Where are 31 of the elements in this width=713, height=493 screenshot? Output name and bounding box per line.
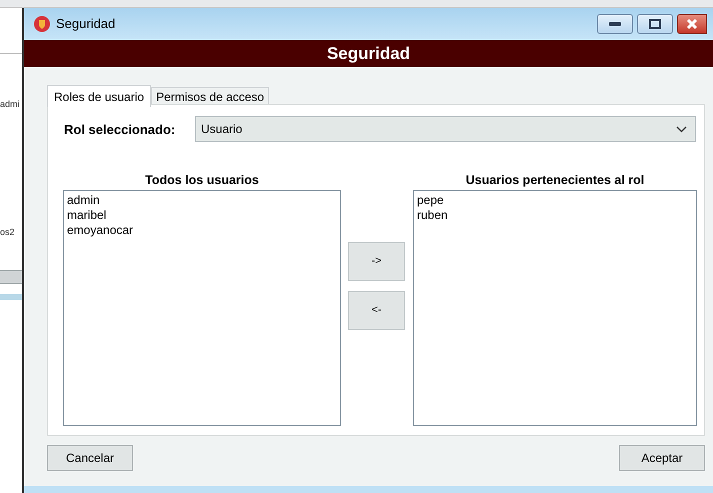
chevron-down-icon xyxy=(676,126,687,132)
transfer-button[interactable]: <- xyxy=(348,291,405,330)
background-text: os2 xyxy=(0,227,15,237)
accept-button[interactable]: Aceptar xyxy=(619,445,705,471)
window-title: Seguridad xyxy=(56,15,116,34)
background-scrollbar xyxy=(0,294,22,300)
list-heading: Todos los usuarios xyxy=(145,173,259,187)
maximize-button[interactable] xyxy=(637,14,673,34)
minimize-icon xyxy=(609,22,621,26)
list-heading: Usuarios pertenecientes al rol xyxy=(466,173,644,187)
list-item[interactable]: maribel xyxy=(67,208,106,223)
list-item[interactable]: admin xyxy=(67,193,100,208)
field-label: Rol seleccionado: xyxy=(64,122,176,137)
users-listbox[interactable]: admin maribel emoyanocar xyxy=(63,190,341,426)
list-item[interactable]: emoyanocar xyxy=(67,223,134,238)
transfer-button[interactable]: -> xyxy=(348,242,405,281)
background-header-bar xyxy=(0,270,22,284)
cancel-button[interactable]: Cancelar xyxy=(47,445,133,471)
role-dropdown[interactable]: Usuario xyxy=(195,116,696,142)
banner-title: Seguridad xyxy=(326,42,410,65)
tab[interactable]: Roles de usuario xyxy=(47,85,152,107)
minimize-button[interactable] xyxy=(597,14,633,34)
maximize-icon xyxy=(649,19,661,29)
role-users-listbox[interactable]: pepe ruben xyxy=(413,190,697,426)
shield-icon xyxy=(34,16,50,32)
close-icon xyxy=(686,19,698,29)
dropdown-value: Usuario xyxy=(201,121,242,138)
close-button[interactable] xyxy=(677,14,707,34)
background-text: admi xyxy=(0,99,20,109)
list-item[interactable]: ruben xyxy=(417,208,448,223)
list-item[interactable]: pepe xyxy=(417,193,444,208)
